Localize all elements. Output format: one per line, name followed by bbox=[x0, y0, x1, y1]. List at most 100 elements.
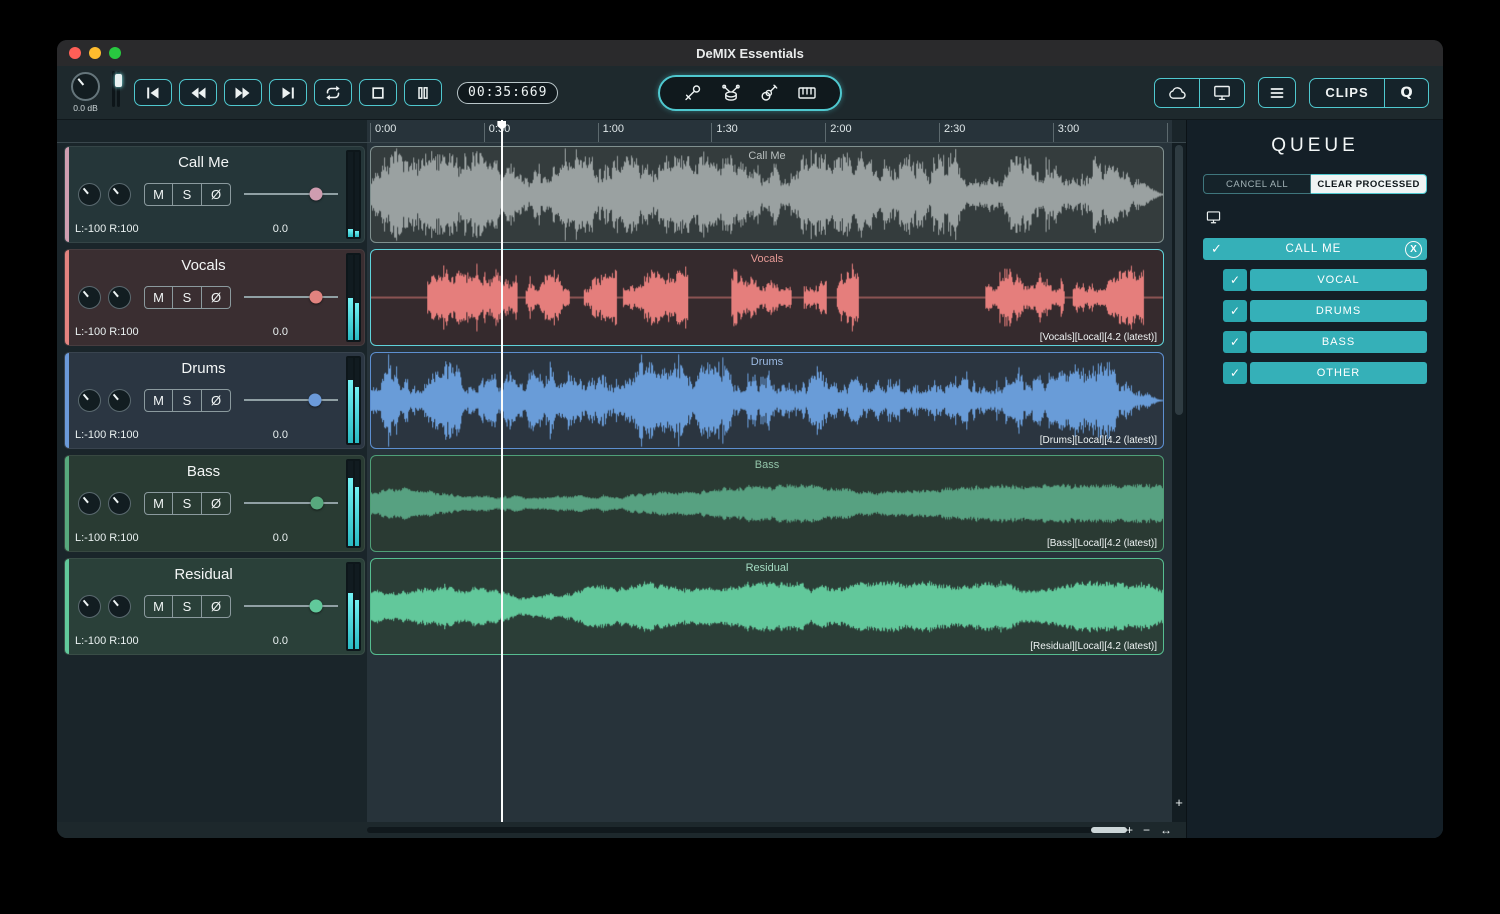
pan-range-label: L:-100 R:100 bbox=[75, 635, 139, 647]
timeline-tick: 2:00 bbox=[825, 123, 852, 142]
track-header-vocals[interactable]: Vocals M S Ø L:-100 R:100 0.0 bbox=[64, 249, 365, 346]
cloud-button[interactable] bbox=[1155, 79, 1199, 107]
clip-version-badge: [Residual][Local][4.2 (latest)] bbox=[1030, 641, 1157, 652]
trim-knob[interactable] bbox=[108, 182, 131, 206]
clip-drums[interactable]: Drums [Drums][Local][4.2 (latest)] bbox=[370, 352, 1164, 449]
volume-value: 0.0 bbox=[272, 532, 288, 544]
solo-button[interactable]: S bbox=[173, 491, 202, 515]
pan-range-label: L:-100 R:100 bbox=[75, 326, 139, 338]
phase-button[interactable]: Ø bbox=[202, 285, 231, 309]
solo-button[interactable]: S bbox=[173, 388, 202, 412]
search-button[interactable]: Q bbox=[1384, 78, 1428, 107]
solo-button[interactable]: S bbox=[173, 285, 202, 309]
zoom-fit-icon[interactable]: ↔ bbox=[1160, 823, 1172, 837]
clip-vocals[interactable]: Vocals [Vocals][Local][4.2 (latest)] bbox=[370, 249, 1164, 346]
queue-item-label: DRUMS bbox=[1250, 300, 1427, 322]
volume-slider[interactable] bbox=[244, 286, 338, 309]
minimize-window-button[interactable] bbox=[89, 47, 101, 59]
track-header-bass[interactable]: Bass M S Ø L:-100 R:100 0.0 bbox=[64, 455, 365, 552]
horizontal-scrollbar[interactable] bbox=[367, 827, 1129, 833]
clip-call-me[interactable]: Call Me bbox=[370, 146, 1164, 243]
mute-button[interactable]: M bbox=[144, 594, 173, 618]
mute-button[interactable]: M bbox=[144, 285, 173, 309]
stop-button[interactable] bbox=[359, 79, 397, 106]
master-fader[interactable] bbox=[110, 70, 122, 107]
trim-knob[interactable] bbox=[108, 388, 131, 412]
check-icon[interactable]: ✓ bbox=[1223, 269, 1247, 291]
track-header-call-me[interactable]: Call Me M S Ø L:-100 R:100 0.0 bbox=[64, 146, 365, 243]
zoom-in-icon[interactable]: + bbox=[1126, 823, 1133, 837]
master-gain-knob[interactable] bbox=[71, 72, 100, 101]
volume-slider[interactable] bbox=[244, 595, 338, 618]
skip-end-button[interactable] bbox=[269, 79, 307, 106]
drums-stem-button[interactable] bbox=[720, 82, 742, 104]
trim-knob[interactable] bbox=[108, 285, 131, 309]
horizontal-scrollbar-thumb[interactable] bbox=[1091, 827, 1127, 833]
menu-button[interactable] bbox=[1258, 77, 1296, 108]
check-icon[interactable]: ✓ bbox=[1223, 300, 1247, 322]
timeline-ruler[interactable]: 0:00 0:30 1:00 1:30 2:00 2:30 3:00 3 bbox=[367, 120, 1172, 142]
other-stem-button[interactable] bbox=[796, 82, 818, 104]
queue-panel: QUEUE CANCEL ALL CLEAR PROCESSED ✓ CALL … bbox=[1186, 120, 1443, 838]
mute-button[interactable]: M bbox=[144, 182, 173, 206]
clip-version-badge: [Bass][Local][4.2 (latest)] bbox=[1046, 538, 1157, 549]
skip-end-icon bbox=[282, 87, 294, 98]
phase-button[interactable]: Ø bbox=[202, 388, 231, 412]
queue-item-label: BASS bbox=[1250, 331, 1427, 353]
clear-processed-button[interactable]: CLEAR PROCESSED bbox=[1311, 174, 1427, 194]
zoom-vertical-icon[interactable]: + bbox=[1172, 795, 1186, 810]
pan-knob[interactable] bbox=[78, 594, 101, 618]
device-buttons bbox=[1154, 77, 1245, 108]
phase-button[interactable]: Ø bbox=[202, 594, 231, 618]
fast-forward-button[interactable] bbox=[224, 79, 262, 106]
check-icon[interactable]: ✓ bbox=[1223, 331, 1247, 353]
solo-button[interactable]: S bbox=[173, 182, 202, 206]
check-icon[interactable]: ✓ bbox=[1223, 362, 1247, 384]
mute-button[interactable]: M bbox=[144, 388, 173, 412]
zoom-out-icon[interactable]: − bbox=[1143, 823, 1150, 837]
clip-title: Vocals bbox=[750, 253, 784, 265]
vertical-scrollbar-thumb[interactable] bbox=[1175, 145, 1183, 415]
volume-slider[interactable] bbox=[244, 389, 338, 412]
queue-item-bass[interactable]: ✓ BASS bbox=[1223, 331, 1427, 353]
pan-knob[interactable] bbox=[78, 491, 101, 515]
vocal-stem-button[interactable] bbox=[682, 82, 704, 104]
queue-item-other[interactable]: ✓ OTHER bbox=[1223, 362, 1427, 384]
monitor-icon bbox=[1214, 85, 1230, 100]
trim-knob[interactable] bbox=[108, 491, 131, 515]
track-name: Residual bbox=[174, 566, 233, 583]
phase-button[interactable]: Ø bbox=[202, 182, 231, 206]
queue-job-call-me[interactable]: ✓ CALL ME X bbox=[1203, 238, 1427, 260]
clips-button[interactable]: CLIPS bbox=[1310, 79, 1384, 107]
clip-bass[interactable]: Bass [Bass][Local][4.2 (latest)] bbox=[370, 455, 1164, 552]
skip-back-button[interactable] bbox=[134, 79, 172, 106]
zoom-window-button[interactable] bbox=[109, 47, 121, 59]
volume-slider[interactable] bbox=[244, 183, 338, 206]
phase-button[interactable]: Ø bbox=[202, 491, 231, 515]
pan-knob[interactable] bbox=[78, 182, 101, 206]
rewind-button[interactable] bbox=[179, 79, 217, 106]
playhead[interactable] bbox=[501, 120, 503, 822]
track-name: Drums bbox=[181, 360, 226, 377]
queue-item-drums[interactable]: ✓ DRUMS bbox=[1223, 300, 1427, 322]
volume-slider[interactable] bbox=[244, 492, 338, 515]
loop-button[interactable] bbox=[314, 79, 352, 106]
rewind-icon bbox=[191, 87, 206, 98]
mute-button[interactable]: M bbox=[144, 491, 173, 515]
pan-knob[interactable] bbox=[78, 388, 101, 412]
pan-knob[interactable] bbox=[78, 285, 101, 309]
close-job-button[interactable]: X bbox=[1405, 240, 1422, 258]
queue-item-vocal[interactable]: ✓ VOCAL bbox=[1223, 269, 1427, 291]
cancel-all-button[interactable]: CANCEL ALL bbox=[1203, 174, 1312, 194]
vertical-scrollbar[interactable]: + bbox=[1172, 143, 1186, 822]
local-device-button[interactable] bbox=[1199, 78, 1244, 107]
pause-button[interactable] bbox=[404, 79, 442, 106]
track-header-drums[interactable]: Drums M S Ø L:-100 R:100 0.0 bbox=[64, 352, 365, 449]
track-header-residual[interactable]: Residual M S Ø L:-100 R:100 0.0 bbox=[64, 558, 365, 655]
solo-button[interactable]: S bbox=[173, 594, 202, 618]
bass-stem-button[interactable] bbox=[758, 82, 780, 104]
transport-controls bbox=[134, 79, 449, 106]
close-window-button[interactable] bbox=[69, 47, 81, 59]
clip-residual[interactable]: Residual [Residual][Local][4.2 (latest)] bbox=[370, 558, 1164, 655]
trim-knob[interactable] bbox=[108, 594, 131, 618]
